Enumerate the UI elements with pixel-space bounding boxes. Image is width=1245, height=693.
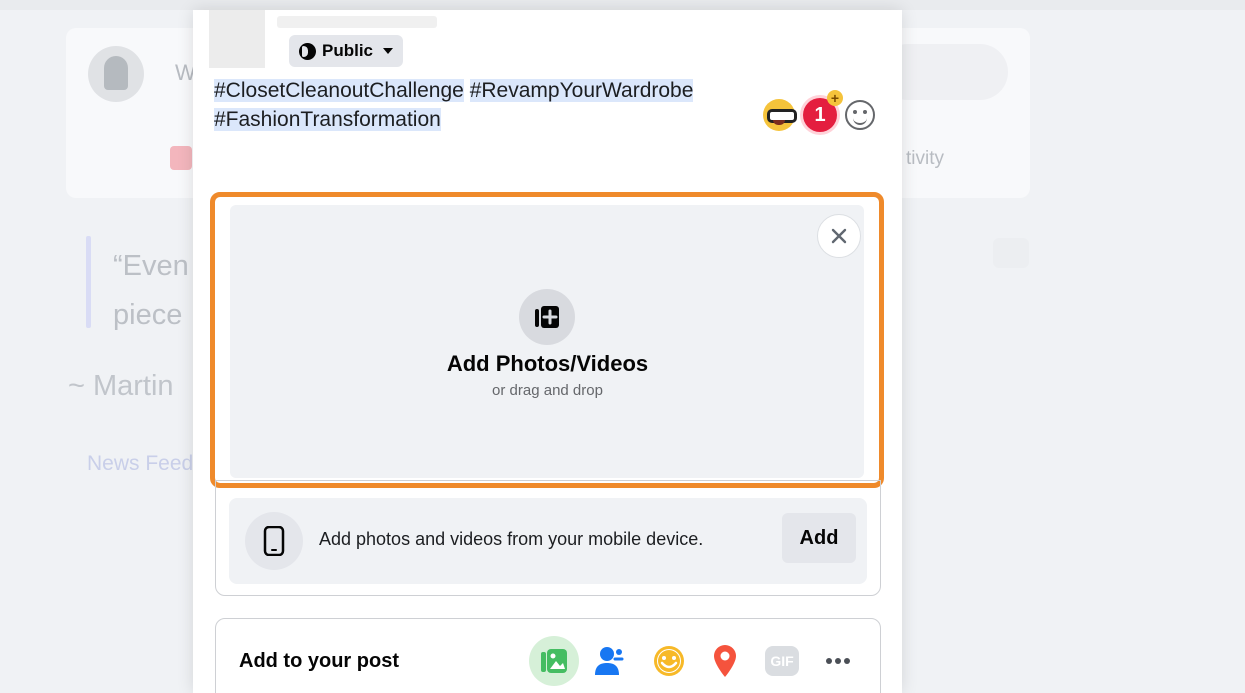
upload-subtitle: or drag and drop: [492, 382, 603, 399]
mobile-device-icon-circle: [245, 512, 303, 570]
close-upload-button[interactable]: [817, 214, 861, 258]
add-mobile-button[interactable]: Add: [782, 513, 856, 563]
photo-video-button[interactable]: [529, 636, 579, 686]
close-icon: [831, 228, 847, 244]
globe-icon: [299, 42, 316, 60]
feeling-icon: [654, 646, 684, 676]
news-feed-link: News Feed: [87, 452, 194, 475]
privacy-label: Public: [322, 41, 374, 60]
hashtag: #FashionTransformation: [214, 108, 441, 131]
post-text-line-1: #ClosetCleanoutChallenge #RevampYourWard…: [214, 76, 774, 105]
gif-icon: GIF: [765, 646, 799, 676]
feeling-activity-button[interactable]: [644, 636, 694, 686]
mobile-upload-text: Add photos and videos from your mobile d…: [319, 529, 704, 549]
background-quote: “Even piece: [113, 242, 189, 340]
emoji-picker-icon[interactable]: [845, 100, 875, 130]
photo-video-icon: [541, 649, 567, 673]
post-text-line-2: #FashionTransformation: [214, 105, 774, 134]
text-tools: 1 +: [763, 90, 875, 132]
quote-line-1: “Even: [113, 250, 189, 282]
tag-people-button[interactable]: [586, 636, 636, 686]
live-video-icon: [170, 146, 192, 170]
nerd-emoji-icon[interactable]: [763, 99, 797, 131]
mobile-device-icon: [263, 526, 285, 556]
number-badge-icon[interactable]: 1 +: [803, 90, 843, 132]
top-strip: [0, 0, 1245, 10]
add-to-post-label: Add to your post: [239, 650, 399, 672]
caret-down-icon: [383, 48, 394, 54]
quote-bar: [86, 236, 91, 328]
user-avatar: [209, 10, 265, 68]
quote-line-2: piece: [113, 299, 183, 331]
quote-author: ~ Martin: [68, 370, 174, 402]
hashtag: #ClosetCleanoutChallenge: [214, 79, 464, 102]
location-icon: [714, 645, 736, 677]
background-mini-button: [993, 238, 1029, 268]
more-options-button[interactable]: [813, 636, 863, 686]
user-name: [277, 16, 437, 28]
plus-icon: +: [827, 90, 843, 106]
create-post-modal: Public #ClosetCleanoutChallenge #RevampY…: [193, 10, 902, 693]
tag-people-icon: [595, 647, 624, 675]
background-activity-label: tivity: [906, 148, 944, 169]
background-avatar: [88, 46, 144, 102]
upload-title: Add Photos/Videos: [446, 351, 649, 376]
hashtag: #RevampYourWardrobe: [469, 79, 694, 102]
privacy-selector-button[interactable]: Public: [289, 35, 404, 67]
add-media-icon: [535, 306, 559, 328]
badge-number: 1: [814, 104, 826, 126]
post-text-input[interactable]: #ClosetCleanoutChallenge #RevampYourWard…: [214, 76, 774, 134]
add-media-icon-circle: [519, 289, 575, 345]
check-in-button[interactable]: [700, 636, 750, 686]
more-icon: [826, 658, 850, 664]
gif-button[interactable]: GIF: [757, 636, 807, 686]
